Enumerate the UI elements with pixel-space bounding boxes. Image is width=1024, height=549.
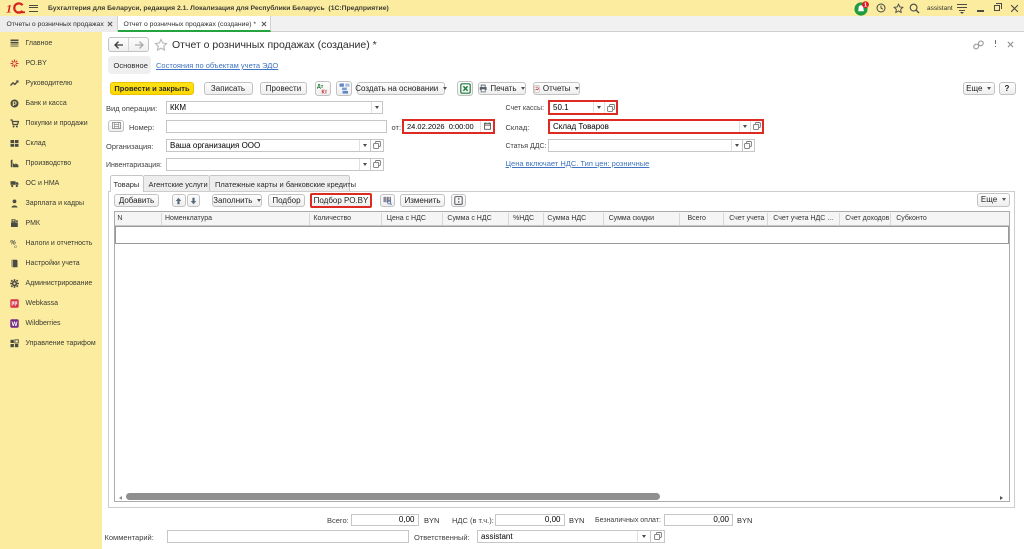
svg-text:Кт: Кт	[322, 89, 328, 94]
svg-text:o: o	[14, 244, 17, 248]
svg-text:1: 1	[864, 3, 867, 9]
svg-text:P: P	[12, 101, 17, 108]
svg-text:1: 1	[6, 2, 12, 14]
svg-text:W: W	[11, 321, 17, 328]
